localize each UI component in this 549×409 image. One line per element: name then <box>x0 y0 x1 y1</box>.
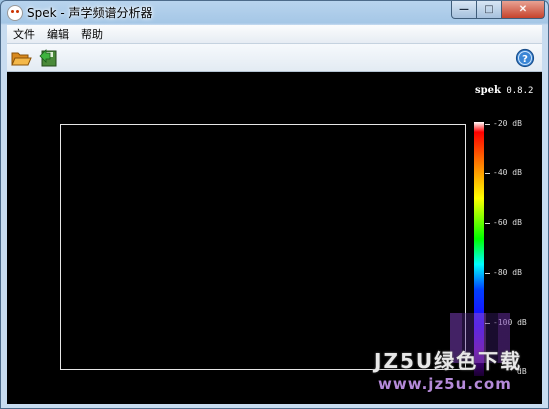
scale-label: -20 dB <box>493 119 522 128</box>
scale-label: -80 dB <box>493 268 522 277</box>
open-file-button[interactable] <box>10 47 32 69</box>
brand-label: spek 0.8.2 <box>475 85 533 96</box>
scale-tick <box>485 124 490 125</box>
app-window: Spek - 声学频谱分析器 — □ ✕ 文件 编辑 帮助 ? spek 0.8… <box>0 0 549 409</box>
watermark-mosaic <box>450 313 510 363</box>
window-title: Spek - 声学频谱分析器 <box>27 6 153 20</box>
spek-app-icon <box>7 5 23 21</box>
scale-label: -60 dB <box>493 218 522 227</box>
scale-tick <box>485 223 490 224</box>
window-controls: — □ ✕ <box>451 1 545 19</box>
spectrogram-plot-area <box>60 124 466 370</box>
menu-file[interactable]: 文件 <box>7 26 41 42</box>
save-icon <box>39 49 57 67</box>
menu-bar: 文件 编辑 帮助 <box>7 25 542 44</box>
minimize-icon: — <box>459 4 469 15</box>
close-icon: ✕ <box>518 4 528 15</box>
toolbar: ? <box>7 44 542 72</box>
scale-label: -40 dB <box>493 168 522 177</box>
title-bar[interactable]: Spek - 声学频谱分析器 — □ ✕ <box>1 1 548 23</box>
help-button[interactable]: ? <box>514 47 536 69</box>
menu-help[interactable]: 帮助 <box>75 26 109 42</box>
maximize-icon: □ <box>484 4 494 15</box>
brand-name: spek <box>475 85 501 96</box>
help-icon: ? <box>515 48 535 68</box>
save-button[interactable] <box>37 47 59 69</box>
minimize-button[interactable]: — <box>451 1 477 19</box>
menu-edit[interactable]: 编辑 <box>41 26 75 42</box>
maximize-button[interactable]: □ <box>477 1 502 19</box>
scale-tick <box>485 173 490 174</box>
scale-tick <box>485 273 490 274</box>
svg-text:?: ? <box>522 54 528 65</box>
folder-open-icon <box>11 52 32 66</box>
version-label: 0.8.2 <box>506 86 534 96</box>
scale-label: dB <box>517 367 527 376</box>
close-button[interactable]: ✕ <box>502 1 545 19</box>
